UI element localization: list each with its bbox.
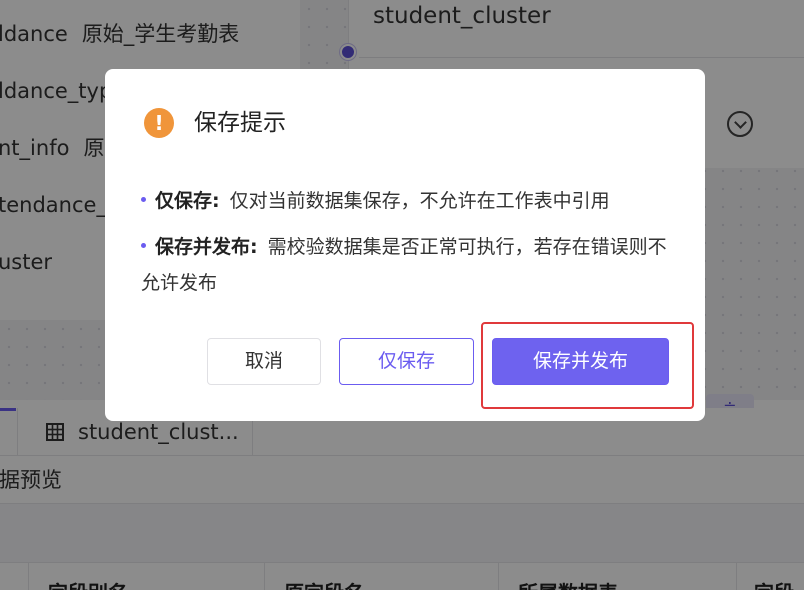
option-description: 保存并发布: 需校验数据集是否正常可执行，若存在错误则不允许发布 [141,229,681,301]
option-key: 保存并发布: [155,236,258,258]
exclamation-icon: ! [144,108,174,138]
save-only-button[interactable]: 仅保存 [339,338,474,385]
option-key: 仅保存: [155,190,220,212]
cancel-button[interactable]: 取消 [207,338,321,385]
option-text: 仅对当前数据集保存，不允许在工作表中引用 [229,190,610,212]
dialog-title: 保存提示 [194,110,286,136]
highlight-annotation [481,322,694,409]
option-description: 仅保存: 仅对当前数据集保存，不允许在工作表中引用 [141,183,681,219]
bullet-dot [141,243,146,248]
bullet-dot [141,197,146,202]
